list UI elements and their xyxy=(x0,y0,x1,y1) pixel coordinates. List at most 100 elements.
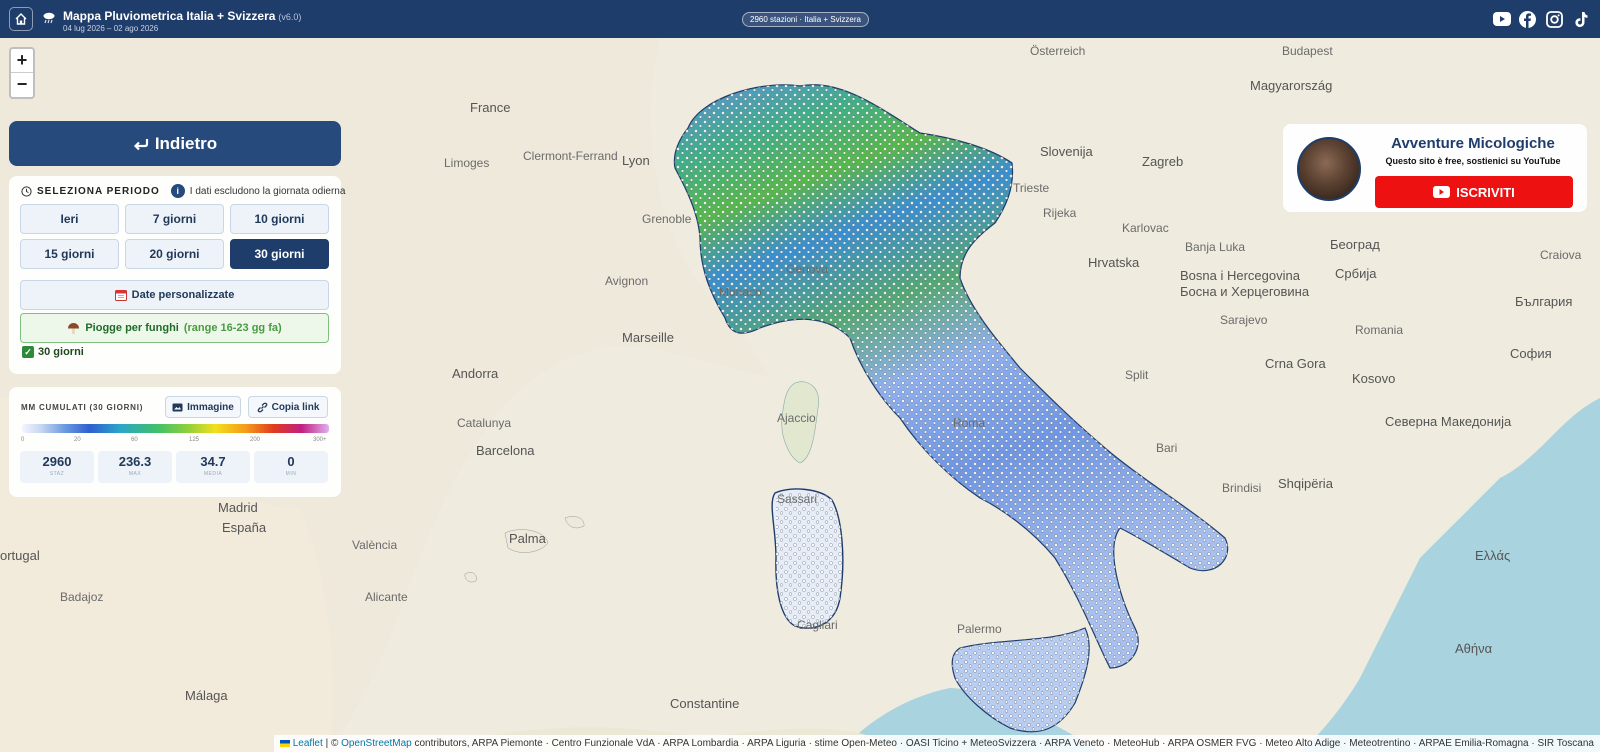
map-label-osterreich: Österreich xyxy=(1030,44,1086,58)
subscribe-button[interactable]: ISCRIVITI xyxy=(1375,176,1573,208)
map-label-bari: Bari xyxy=(1156,441,1178,455)
attribution-separator: | © xyxy=(325,738,339,749)
stat-label: MEDIA xyxy=(203,471,223,477)
stat-value: 2960 xyxy=(42,454,72,469)
map-label-france: France xyxy=(470,100,511,115)
period-header: SELEZIONA PERIODO i I dati escludono la … xyxy=(21,184,345,198)
map-label-split: Split xyxy=(1125,368,1149,382)
top-bar: Mappa Pluviometrica Italia + Svizzera (v6… xyxy=(0,0,1600,38)
facebook-link[interactable] xyxy=(1519,10,1536,28)
map-label-athina: Αθήνα xyxy=(1455,641,1493,656)
scale-tick: 200 xyxy=(250,437,261,443)
scale-tick: 20 xyxy=(74,437,81,443)
home-button[interactable] xyxy=(9,7,33,31)
home-icon xyxy=(15,13,27,25)
period-button-10-giorni[interactable]: 10 giorni xyxy=(230,204,329,234)
map-label-hrvatska: Hrvatska xyxy=(1088,255,1140,270)
mushroom-icon xyxy=(68,322,80,334)
custom-dates-button[interactable]: Date personalizzate xyxy=(20,280,329,310)
map-label-srbija: Србија xyxy=(1335,266,1377,281)
date-range: 04 lug 2026 – 02 ago 2026 xyxy=(63,24,159,33)
map-label-ajaccio: Ajaccio xyxy=(777,411,816,425)
zoom-in-button[interactable]: + xyxy=(11,49,33,73)
map-label-palermo: Palermo xyxy=(957,622,1002,636)
selected-period-row[interactable]: ✓ 30 giorni xyxy=(22,346,84,358)
youtube-link[interactable] xyxy=(1493,10,1511,28)
map-label-sassari: Sassari xyxy=(777,492,818,506)
stat-value: 0 xyxy=(287,454,295,469)
stat-label: MAX xyxy=(128,471,142,477)
map-label-sofia: София xyxy=(1510,346,1552,361)
tiktok-icon xyxy=(1575,11,1588,27)
cumulative-stats-card: MM CUMULATI (30 GIORNI) Immagine Copia l… xyxy=(9,387,341,497)
period-button-ieri[interactable]: Ieri xyxy=(20,204,119,234)
mushroom-rain-button[interactable]: Piogge per funghi (range 16-23 gg fa) xyxy=(20,313,329,343)
map-label-malaga: Málaga xyxy=(185,688,228,703)
custom-dates-label: Date personalizzate xyxy=(131,289,235,301)
period-button-7-giorni[interactable]: 7 giorni xyxy=(125,204,224,234)
map-label-brindisi: Brindisi xyxy=(1222,481,1262,495)
osm-link[interactable]: OpenStreetMap xyxy=(341,738,412,749)
facebook-icon xyxy=(1519,10,1536,28)
map-label-rijeka: Rijeka xyxy=(1043,206,1077,220)
scale-tick: 60 xyxy=(131,437,138,443)
copy-link-label: Copia link xyxy=(271,401,320,413)
map-label-roma: Roma xyxy=(953,416,986,430)
map-label-craiova: Craiova xyxy=(1540,248,1582,262)
youtube-promo-card: Avventure Micologiche Questo sito è free… xyxy=(1283,124,1587,212)
instagram-link[interactable] xyxy=(1546,10,1563,28)
stat-value: 34.7 xyxy=(200,454,226,469)
app-title: Mappa Pluviometrica Italia + Svizzera (v6… xyxy=(63,9,302,23)
stations-badge: 2960 stazioni · Italia + Svizzera xyxy=(742,12,869,27)
channel-avatar[interactable] xyxy=(1297,137,1361,201)
map-label-alicante: Alicante xyxy=(365,590,408,604)
ukraine-flag-icon xyxy=(279,739,290,747)
scale-tick: 0 xyxy=(21,437,25,443)
map-label-marseille: Marseille xyxy=(622,330,675,345)
scale-tick: 300+ xyxy=(313,437,327,443)
calendar-icon xyxy=(114,290,127,301)
youtube-icon xyxy=(1493,12,1511,26)
map-label-madrid: Madrid xyxy=(218,500,258,515)
map-label-slovenija: Slovenija xyxy=(1040,144,1093,159)
rain-cloud-icon xyxy=(43,12,55,24)
map-label-bih: Bosna i Hercegovina xyxy=(1180,268,1300,283)
check-icon: ✓ xyxy=(22,346,34,358)
leaflet-link[interactable]: Leaflet xyxy=(293,738,323,749)
subscribe-label: ISCRIVITI xyxy=(1456,184,1515,200)
period-button-20-giorni[interactable]: 20 giorni xyxy=(125,239,224,269)
stat-stations: 2960 STAZ xyxy=(20,451,94,483)
map-attribution: Leaflet | © OpenStreetMap contributors, … xyxy=(273,735,1600,752)
return-arrow-icon xyxy=(133,138,148,150)
app-version: (v6.0) xyxy=(278,12,302,22)
map-label-trieste: Trieste xyxy=(1013,181,1050,195)
copy-link-button[interactable]: Copia link xyxy=(248,396,328,418)
promo-subtitle: Questo sito è free, sostienici su YouTub… xyxy=(1385,156,1561,166)
selected-period-label: 30 giorni xyxy=(38,346,84,358)
tiktok-link[interactable] xyxy=(1574,10,1588,28)
map-label-clermont: Clermont-Ferrand xyxy=(523,149,618,163)
map-label-valencia: València xyxy=(352,538,398,552)
stat-label: STAZ xyxy=(49,471,65,477)
back-button[interactable]: Indietro xyxy=(9,121,341,166)
map-label-lyon: Lyon xyxy=(622,153,650,168)
map-label-makedonija: Северна Македонија xyxy=(1385,414,1512,429)
map-label-grenoble: Grenoble xyxy=(642,212,692,226)
map-label-catalunya: Catalunya xyxy=(457,416,512,430)
info-icon[interactable]: i xyxy=(170,184,185,198)
image-button[interactable]: Immagine xyxy=(165,396,241,418)
map-label-banja-luka: Banja Luka xyxy=(1185,240,1246,254)
stat-min: 0 MIN xyxy=(254,451,328,483)
scale-tick: 125 xyxy=(189,437,200,443)
period-button-15-giorni[interactable]: 15 giorni xyxy=(20,239,119,269)
cumulative-title: MM CUMULATI (30 GIORNI) xyxy=(21,403,144,412)
mushroom-rain-label: Piogge per funghi xyxy=(85,322,179,334)
period-button-30-giorni[interactable]: 30 giorni xyxy=(230,239,329,269)
image-icon xyxy=(172,403,183,411)
map-label-andorra: Andorra xyxy=(452,366,499,381)
zoom-out-button[interactable]: − xyxy=(11,73,33,97)
map-label-avignon: Avignon xyxy=(605,274,649,288)
stat-value: 236.3 xyxy=(118,454,152,469)
map-label-nis: Romania xyxy=(1355,323,1404,337)
map-label-budapest: Budapest xyxy=(1282,44,1333,58)
